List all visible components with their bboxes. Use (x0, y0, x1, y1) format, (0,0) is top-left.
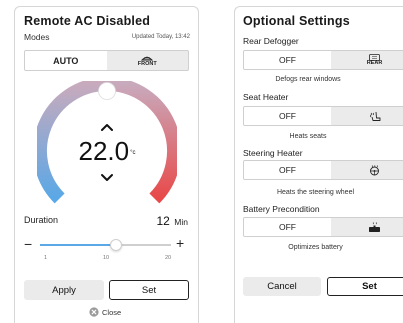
steering-heater-icon (370, 164, 379, 175)
battery-precondition-on-button[interactable] (331, 218, 403, 236)
mode-auto-label: AUTO (53, 55, 79, 66)
seat-heater-description: Heats seats (289, 133, 327, 140)
steering-heater-label: Steering Heater (243, 148, 303, 158)
duration-decrease-button[interactable]: − (24, 237, 32, 251)
temperature-unit: °c (130, 150, 136, 157)
set-button[interactable]: Set (109, 280, 189, 300)
dial-thumb[interactable] (98, 82, 116, 100)
close-label: Close (102, 307, 122, 317)
battery-precondition-label: Battery Precondition (243, 204, 320, 214)
duration-slider-fill (40, 244, 116, 246)
temperature-readout: 22.0°c (37, 136, 177, 167)
temperature-dial[interactable]: 22.0°c (32, 77, 182, 221)
battery-precondition-description: Optimizes battery (288, 244, 343, 251)
optional-settings-panel: Optional Settings Rear Defogger OFF REAR… (234, 6, 403, 323)
steering-heater-off-button[interactable]: OFF (244, 161, 331, 179)
rear-defogger-on-button[interactable]: REAR (331, 51, 403, 69)
rear-defogger-off-button[interactable]: OFF (244, 51, 331, 69)
duration-readout: 12 Min (156, 212, 188, 230)
apply-button[interactable]: Apply (24, 280, 104, 300)
close-button[interactable]: Close (89, 307, 121, 317)
temp-down-icon[interactable] (99, 172, 115, 184)
updated-timestamp: Updated Today, 13:42 (131, 34, 190, 40)
steering-heater-on-button[interactable] (331, 161, 403, 179)
panel-title: Remote AC Disabled (24, 14, 151, 28)
mode-front-button[interactable]: FRONT (107, 51, 189, 70)
rear-defogger-toggle: OFF REAR (243, 50, 403, 70)
seat-heater-toggle: OFF (243, 106, 403, 126)
seat-heater-on-button[interactable] (331, 107, 403, 125)
duration-increase-button[interactable]: + (176, 236, 184, 250)
temp-up-icon[interactable] (99, 121, 115, 133)
battery-precondition-off-button[interactable]: OFF (244, 218, 331, 236)
close-icon (89, 307, 99, 317)
duration-label: Duration (24, 215, 59, 225)
slider-max-tick: 20 (165, 255, 172, 261)
duration-slider-thumb[interactable] (109, 239, 122, 251)
steering-heater-description: Heats the steering wheel (276, 189, 355, 196)
duration-slider[interactable] (40, 244, 171, 246)
mode-front-label: FRONT (137, 61, 157, 67)
panel-title: Optional Settings (243, 14, 350, 28)
steering-heater-toggle: OFF (243, 160, 403, 180)
duration-value: 12 (156, 214, 170, 228)
remote-ac-panel: Remote AC Disabled Modes Updated Today, … (14, 6, 199, 323)
seat-heater-label: Seat Heater (243, 92, 289, 102)
mode-selector: AUTO FRONT (24, 50, 189, 71)
battery-precondition-toggle: OFF (243, 217, 403, 237)
slider-mid-tick: 10 (103, 255, 110, 261)
seat-heater-icon (369, 111, 380, 121)
seat-heater-off-button[interactable]: OFF (244, 107, 331, 125)
cancel-button[interactable]: Cancel (243, 277, 321, 296)
slider-min-tick: 1 (44, 255, 48, 261)
mode-auto-button[interactable]: AUTO (25, 51, 107, 70)
rear-defogger-label: Rear Defogger (243, 36, 299, 46)
temperature-value: 22.0 (78, 136, 130, 166)
rear-defogger-icon-label: REAR (366, 60, 383, 66)
modes-label: Modes (24, 32, 50, 42)
battery-heater-icon (369, 221, 380, 232)
rear-defogger-description: Defogs rear windows (275, 76, 341, 83)
duration-unit: Min (174, 217, 188, 227)
set-button[interactable]: Set (327, 277, 403, 296)
